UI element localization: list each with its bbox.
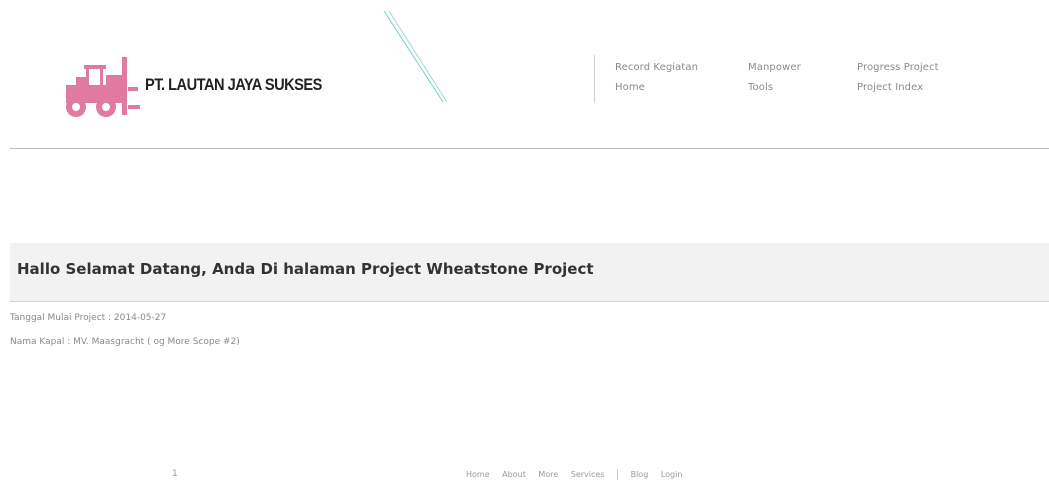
nav-progress-project[interactable]: Progress Project xyxy=(857,62,939,73)
header-divider xyxy=(10,148,1049,149)
footer-link-services[interactable]: Services xyxy=(571,470,605,479)
decorative-lines xyxy=(383,10,448,103)
nav-divider xyxy=(594,55,595,103)
page-title: Hallo Selamat Datang, Anda Di halaman Pr… xyxy=(17,260,594,278)
page-number: 1 xyxy=(172,469,178,479)
nav-project-index[interactable]: Project Index xyxy=(857,82,923,93)
nav-home[interactable]: Home xyxy=(615,82,645,93)
nav-manpower[interactable]: Manpower xyxy=(748,62,801,73)
project-start-date: Tanggal Mulai Project : 2014-05-27 xyxy=(10,313,167,323)
forklift-icon xyxy=(66,57,140,117)
nav-tools[interactable]: Tools xyxy=(748,82,773,93)
nav-record-kegiatan[interactable]: Record Kegiatan xyxy=(615,62,698,73)
company-name: PT. LAUTAN JAYA SUKSES xyxy=(145,75,322,94)
footer-separator xyxy=(617,469,619,480)
footer-link-about[interactable]: About xyxy=(502,470,526,479)
footer-link-login[interactable]: Login xyxy=(661,470,683,479)
footer-nav: Home About More Services Blog Login xyxy=(466,469,692,480)
footer-link-blog[interactable]: Blog xyxy=(631,470,649,479)
welcome-banner: Hallo Selamat Datang, Anda Di halaman Pr… xyxy=(10,243,1049,302)
footer-link-more[interactable]: More xyxy=(538,470,558,479)
footer-link-home[interactable]: Home xyxy=(466,470,490,479)
company-logo[interactable]: PT. LAUTAN JAYA SUKSES xyxy=(62,55,322,120)
project-vessel-name: Nama Kapal : MV. Maasgracht ( og More Sc… xyxy=(10,337,240,347)
